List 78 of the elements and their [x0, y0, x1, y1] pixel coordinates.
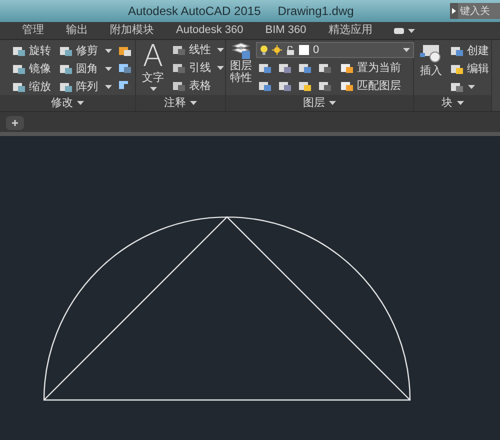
plus-icon	[12, 120, 18, 126]
tool-icon	[450, 62, 464, 76]
color-swatch-icon	[299, 45, 309, 55]
layer-dropdown[interactable]: 0	[256, 42, 414, 58]
tool-icon	[298, 79, 312, 93]
panel-title: 注释	[164, 98, 186, 108]
ribbon-tab[interactable]: 输出	[62, 22, 92, 39]
tool-icon	[12, 62, 26, 76]
ribbon-tab[interactable]: 附加模块	[106, 22, 158, 39]
tool-button[interactable]: 创建	[450, 43, 489, 59]
tool-button[interactable]: 镜像	[12, 61, 51, 77]
caret-icon	[105, 67, 112, 71]
caret-icon	[190, 101, 197, 105]
tool-icon	[59, 80, 73, 94]
workspace-dropdown[interactable]	[394, 28, 416, 34]
tool-icon	[172, 43, 186, 57]
panel-title: 块	[442, 98, 452, 108]
new-tab-button[interactable]	[6, 116, 24, 130]
tool-icon	[12, 80, 26, 94]
layers-icon	[231, 42, 251, 60]
panel-title: 图层	[303, 98, 325, 108]
layer-properties-button[interactable]: 图层特性	[229, 42, 253, 94]
tool-icon	[450, 44, 464, 58]
tool-icon	[298, 61, 312, 75]
caret-icon	[77, 101, 84, 105]
lightbulb-icon	[260, 45, 268, 55]
tool-button[interactable]: 阵列	[59, 79, 112, 95]
tool-icon	[258, 79, 272, 93]
tool-icon	[59, 62, 73, 76]
caret-icon	[105, 85, 112, 89]
tool-button[interactable]: 旋转	[12, 43, 51, 59]
tool-icon	[172, 79, 186, 93]
tool-icon	[340, 79, 354, 93]
ribbon-tab[interactable]: Autodesk 360	[172, 22, 248, 39]
app-title: Autodesk AutoCAD 2015	[128, 3, 261, 20]
block-insert-icon	[419, 43, 443, 63]
tool-button[interactable]: 修剪	[59, 43, 112, 59]
ribbon-tab[interactable]: BIM 360	[261, 22, 310, 39]
ribbon-tab[interactable]: 精选应用	[324, 22, 376, 39]
arrow-icon	[452, 8, 456, 14]
caret-icon	[217, 48, 224, 52]
lock-icon	[286, 46, 295, 54]
tool-icon	[12, 44, 26, 58]
caret-icon	[403, 48, 410, 52]
tool-button[interactable]: 匹配图层	[340, 78, 401, 94]
tool-icon	[318, 79, 332, 93]
caret-icon	[408, 28, 416, 32]
tool-icon	[340, 61, 354, 75]
tool-icon	[450, 80, 464, 94]
caret-icon	[329, 101, 336, 105]
tool-icon	[258, 61, 272, 75]
text-button[interactable]: A 文字	[138, 42, 168, 94]
file-name: Drawing1.dwg	[278, 3, 354, 20]
tool-button[interactable]: 缩放	[12, 79, 51, 95]
tool-button[interactable]: 置为当前	[340, 60, 401, 76]
tool-button[interactable]: 圆角	[59, 61, 112, 77]
tool-button[interactable]: 引线	[172, 60, 224, 76]
tool-button[interactable]: 表格	[172, 78, 224, 94]
tool-icon	[172, 61, 186, 75]
tool-icon	[318, 61, 332, 75]
search-field[interactable]: 键入关	[458, 3, 500, 19]
tool-icon	[59, 44, 73, 58]
caret-icon	[217, 66, 224, 70]
caret-icon	[456, 101, 464, 105]
panel-title: 修改	[51, 98, 73, 108]
caret-icon	[150, 87, 156, 91]
tool-button[interactable]: 线性	[172, 42, 224, 58]
caret-icon	[468, 85, 475, 89]
tool-icon	[118, 61, 132, 75]
tool-icon	[278, 61, 292, 75]
tool-button[interactable]: 编辑	[450, 61, 489, 77]
caret-icon	[105, 49, 112, 53]
tool-icon	[278, 79, 292, 93]
sun-icon	[272, 45, 282, 55]
tool-icon	[118, 44, 132, 58]
search-expand-button[interactable]	[450, 3, 458, 19]
insert-button[interactable]: 插入	[418, 43, 444, 95]
ribbon-tab[interactable]: 管理	[18, 22, 48, 39]
